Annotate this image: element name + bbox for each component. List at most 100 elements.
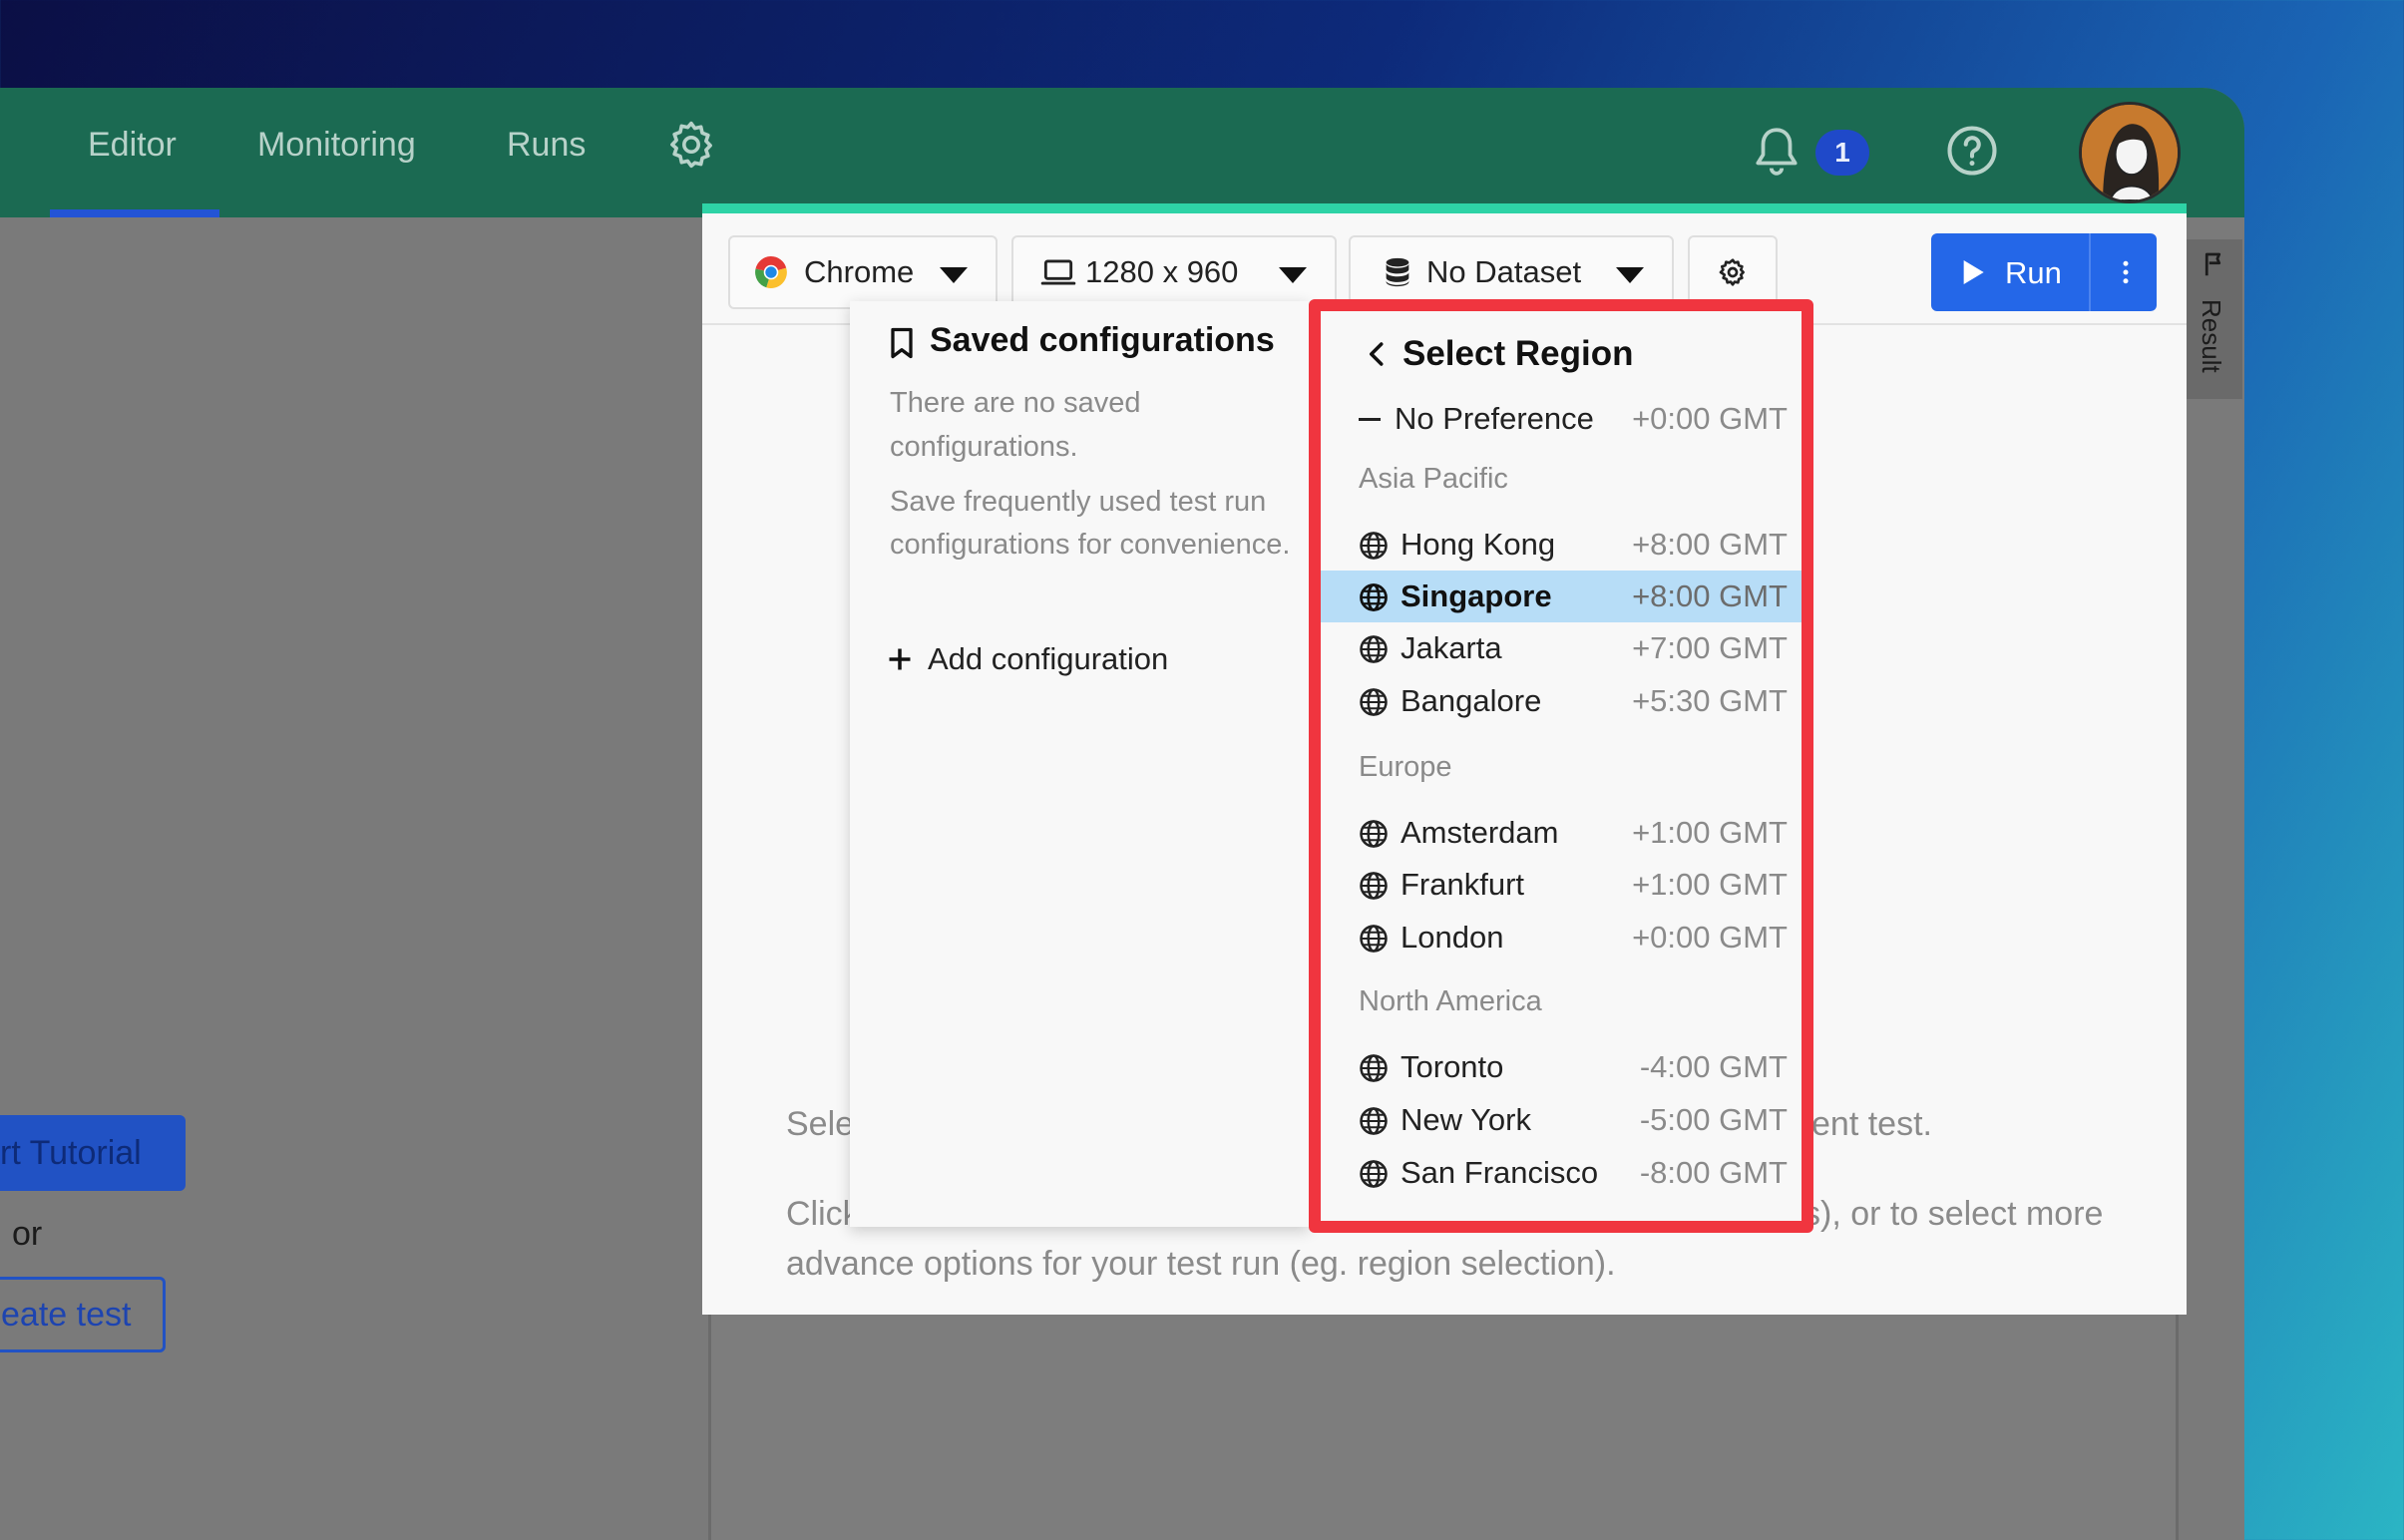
settings-gear-icon[interactable] (664, 118, 718, 172)
dataset-label: No Dataset (1426, 254, 1582, 289)
play-icon (1963, 260, 1984, 284)
resolution-select[interactable]: 1280 x 960 (1011, 235, 1337, 309)
dataset-select[interactable]: No Dataset (1349, 235, 1674, 309)
resolution-label: 1280 x 960 (1085, 254, 1239, 289)
region-option-hong-kong[interactable]: Hong Kong +8:00 GMT (1321, 519, 1802, 571)
active-tab-indicator (50, 209, 219, 217)
region-option-london[interactable]: London +0:00 GMT (1321, 912, 1802, 963)
group-label-asia-pacific: Asia Pacific (1359, 463, 1508, 495)
browser-select[interactable]: Chrome (728, 235, 998, 309)
help-icon[interactable] (1945, 124, 1999, 178)
bookmark-icon (891, 327, 913, 359)
run-label: Run (2005, 255, 2062, 290)
region-timezone: +0:00 GMT (1632, 920, 1788, 955)
globe-icon (1360, 1160, 1388, 1188)
region-timezone: +8:00 GMT (1632, 578, 1788, 613)
saved-configurations-title: Saved configurations (930, 321, 1275, 359)
tab-editor[interactable]: Editor (88, 126, 177, 165)
globe-icon (1360, 635, 1388, 663)
notification-bell-icon[interactable] (1752, 124, 1802, 178)
region-option-singapore[interactable]: Singapore +8:00 GMT (1321, 571, 1802, 622)
region-timezone: +1:00 GMT (1632, 815, 1788, 850)
globe-icon (1360, 688, 1388, 716)
globe-icon (1360, 1107, 1388, 1135)
laptop-icon (1040, 259, 1076, 285)
select-region-panel: Select Region No Preference +0:00 GMT As… (1309, 299, 1813, 1233)
hint-text-2-end: s), or to select more (1803, 1195, 2104, 1233)
globe-icon (1360, 925, 1388, 953)
browser-label: Chrome (804, 254, 915, 289)
globe-icon (1360, 872, 1388, 900)
run-button[interactable]: Run (1931, 233, 2157, 311)
chevron-down-icon (1616, 267, 1644, 283)
region-name: New York (1401, 1102, 1531, 1137)
user-avatar[interactable] (2079, 102, 2181, 203)
saved-help-text: Save frequently used test run configurat… (890, 486, 1291, 561)
region-timezone: -8:00 GMT (1639, 1155, 1788, 1190)
region-option-san-francisco[interactable]: San Francisco -8:00 GMT (1321, 1147, 1802, 1199)
hint-text-start: Sele (786, 1105, 855, 1143)
hint-text-end: ent test. (1811, 1105, 1932, 1143)
globe-icon (1360, 1054, 1388, 1082)
hint-text-3: advance options for your test run (eg. r… (786, 1245, 1616, 1283)
globe-icon (1360, 820, 1388, 848)
group-label-europe: Europe (1359, 751, 1452, 783)
run-button-divider (2089, 233, 2091, 311)
region-name: San Francisco (1401, 1155, 1599, 1190)
more-options-icon[interactable] (2111, 257, 2141, 287)
chrome-icon (755, 256, 787, 288)
create-test-button[interactable]: eate test (0, 1277, 166, 1352)
region-option-jakarta[interactable]: Jakarta +7:00 GMT (1321, 622, 1802, 674)
globe-icon (1360, 532, 1388, 560)
avatar-illustration-icon (2082, 105, 2178, 200)
region-name: Hong Kong (1401, 527, 1556, 562)
tab-monitoring[interactable]: Monitoring (257, 126, 416, 165)
region-name: No Preference (1395, 401, 1594, 436)
database-icon (1386, 257, 1409, 287)
region-name: Toronto (1401, 1049, 1504, 1084)
hint-text-2-start: Click (786, 1195, 860, 1233)
top-navigation: Editor Monitoring Runs 1 (0, 88, 2244, 217)
region-name: Amsterdam (1401, 815, 1559, 850)
gear-icon (1719, 258, 1745, 286)
lower-panel-area (708, 1315, 2179, 1540)
region-option-frankfurt[interactable]: Frankfurt +1:00 GMT (1321, 859, 1802, 911)
plus-icon (889, 648, 911, 670)
start-tutorial-button[interactable]: rt Tutorial (0, 1115, 186, 1191)
saved-empty-text: There are no saved configurations. (890, 387, 1141, 463)
region-option-new-york[interactable]: New York -5:00 GMT (1321, 1094, 1802, 1146)
region-option-bangalore[interactable]: Bangalore +5:30 GMT (1321, 675, 1802, 727)
region-timezone: +8:00 GMT (1632, 527, 1788, 562)
region-back-button[interactable]: Select Region (1363, 329, 1633, 379)
region-timezone: +7:00 GMT (1632, 630, 1788, 665)
region-name: Jakarta (1401, 630, 1502, 665)
add-configuration-button[interactable]: Add configuration (886, 636, 1168, 682)
flag-icon (2204, 252, 2221, 276)
region-timezone: -4:00 GMT (1639, 1049, 1788, 1084)
chevron-down-icon (940, 267, 968, 283)
chevron-left-icon (1370, 342, 1384, 366)
result-tab-label: Result (2197, 299, 2226, 373)
select-region-title: Select Region (1402, 334, 1634, 373)
group-label-north-america: North America (1359, 985, 1542, 1017)
tab-runs[interactable]: Runs (507, 126, 586, 165)
region-name: Frankfurt (1401, 867, 1525, 902)
region-name: Bangalore (1401, 683, 1542, 718)
region-option-no-preference[interactable]: No Preference +0:00 GMT (1321, 393, 1802, 445)
region-timezone: +1:00 GMT (1632, 867, 1788, 902)
dash-icon (1359, 418, 1381, 421)
region-timezone: -5:00 GMT (1639, 1102, 1788, 1137)
region-option-amsterdam[interactable]: Amsterdam +1:00 GMT (1321, 807, 1802, 859)
region-timezone: +5:30 GMT (1632, 683, 1788, 718)
advanced-settings-button[interactable] (1688, 235, 1778, 309)
region-name: Singapore (1401, 578, 1552, 613)
or-label: or (12, 1215, 43, 1253)
chevron-down-icon (1279, 267, 1307, 283)
saved-configurations-panel: Saved configurations There are no saved … (850, 301, 1309, 1227)
region-timezone: +0:00 GMT (1632, 401, 1788, 436)
region-name: London (1401, 920, 1504, 955)
globe-icon (1360, 583, 1388, 611)
region-option-toronto[interactable]: Toronto -4:00 GMT (1321, 1041, 1802, 1093)
add-configuration-label: Add configuration (928, 641, 1169, 676)
result-side-tab[interactable]: Result (2187, 239, 2242, 399)
